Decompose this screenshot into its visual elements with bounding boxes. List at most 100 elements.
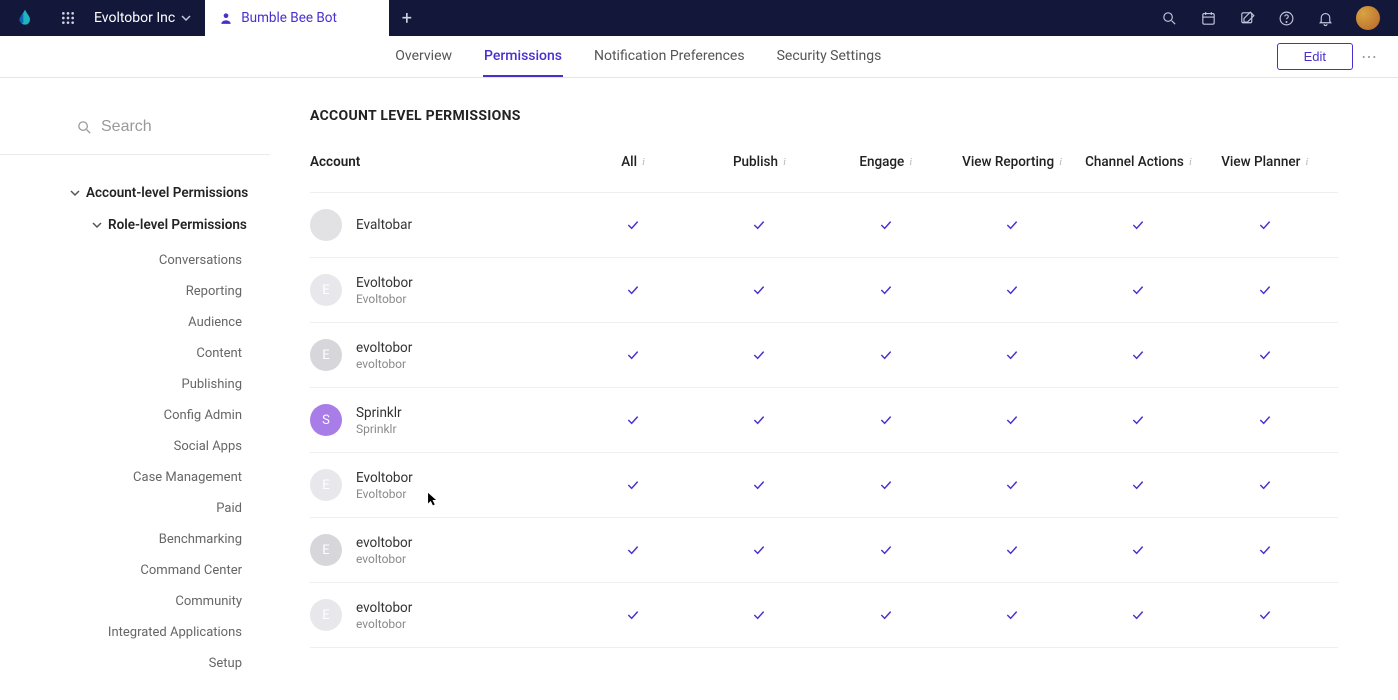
check-icon[interactable] bbox=[1075, 477, 1201, 493]
workspace-picker[interactable]: Evoltobor Inc bbox=[86, 10, 205, 26]
account-cell[interactable]: Eevoltoborevoltobor bbox=[310, 599, 570, 631]
compose-icon[interactable] bbox=[1239, 10, 1256, 27]
info-icon[interactable]: i bbox=[783, 156, 786, 168]
check-icon[interactable] bbox=[823, 347, 949, 363]
sidebar-item-paid[interactable]: Paid bbox=[70, 493, 242, 524]
sidebar-item-config-admin[interactable]: Config Admin bbox=[70, 400, 242, 431]
sidebar-item-social-apps[interactable]: Social Apps bbox=[70, 431, 242, 462]
check-icon[interactable] bbox=[570, 477, 696, 493]
tab-security-settings[interactable]: Security Settings bbox=[776, 36, 883, 77]
account-cell[interactable]: Evaltobar bbox=[310, 209, 570, 241]
search-icon[interactable] bbox=[1161, 10, 1178, 27]
sidebar-item-setup[interactable]: Setup bbox=[70, 648, 242, 679]
check-icon[interactable] bbox=[570, 607, 696, 623]
check-icon[interactable] bbox=[949, 347, 1075, 363]
check-icon[interactable] bbox=[696, 412, 822, 428]
check-icon[interactable] bbox=[1202, 412, 1328, 428]
account-subname: Sprinklr bbox=[356, 422, 402, 436]
check-icon[interactable] bbox=[1202, 607, 1328, 623]
account-cell[interactable]: Eevoltoborevoltobor bbox=[310, 534, 570, 566]
check-icon[interactable] bbox=[1202, 217, 1328, 233]
info-icon[interactable]: i bbox=[1189, 156, 1192, 168]
check-icon[interactable] bbox=[1202, 477, 1328, 493]
check-icon[interactable] bbox=[1202, 347, 1328, 363]
tab-notification-preferences[interactable]: Notification Preferences bbox=[593, 36, 746, 77]
account-cell[interactable]: EEvoltoborEvoltobor bbox=[310, 274, 570, 306]
more-actions-icon[interactable]: ⋯ bbox=[1361, 47, 1378, 66]
tab-active[interactable]: Bumble Bee Bot bbox=[205, 0, 389, 36]
check-icon[interactable] bbox=[696, 217, 822, 233]
sidebar-item-publishing[interactable]: Publishing bbox=[70, 369, 242, 400]
sidebar-item-content[interactable]: Content bbox=[70, 338, 242, 369]
check-icon[interactable] bbox=[570, 282, 696, 298]
check-icon[interactable] bbox=[696, 607, 822, 623]
sidebar: Account-level Permissions Role-level Per… bbox=[0, 108, 270, 679]
check-icon[interactable] bbox=[949, 542, 1075, 558]
check-icon[interactable] bbox=[570, 217, 696, 233]
nav-section-role[interactable]: Role-level Permissions bbox=[70, 209, 270, 241]
sidebar-item-community[interactable]: Community bbox=[70, 586, 242, 617]
info-icon[interactable]: i bbox=[1059, 156, 1062, 168]
account-cell[interactable]: SSprinklrSprinklr bbox=[310, 404, 570, 436]
check-icon[interactable] bbox=[1075, 347, 1201, 363]
check-icon[interactable] bbox=[949, 217, 1075, 233]
help-icon[interactable] bbox=[1278, 10, 1295, 27]
table-row: SSprinklrSprinklr bbox=[310, 388, 1338, 453]
check-icon[interactable] bbox=[1075, 282, 1201, 298]
check-icon[interactable] bbox=[696, 542, 822, 558]
check-icon[interactable] bbox=[823, 477, 949, 493]
sidebar-item-audience[interactable]: Audience bbox=[70, 307, 242, 338]
tab-permissions[interactable]: Permissions bbox=[483, 36, 563, 77]
check-icon[interactable] bbox=[570, 542, 696, 558]
check-icon[interactable] bbox=[696, 347, 822, 363]
check-icon[interactable] bbox=[823, 217, 949, 233]
nav-section-account[interactable]: Account-level Permissions bbox=[70, 177, 270, 209]
info-icon[interactable]: i bbox=[642, 156, 645, 168]
check-icon[interactable] bbox=[823, 607, 949, 623]
tab-overview[interactable]: Overview bbox=[394, 36, 453, 77]
account-cell[interactable]: EEvoltoborEvoltobor bbox=[310, 469, 570, 501]
calendar-icon[interactable] bbox=[1200, 10, 1217, 27]
check-icon[interactable] bbox=[949, 607, 1075, 623]
check-icon[interactable] bbox=[570, 412, 696, 428]
account-name: Sprinklr bbox=[356, 405, 402, 421]
check-icon[interactable] bbox=[1202, 282, 1328, 298]
check-icon[interactable] bbox=[949, 282, 1075, 298]
content-area: ACCOUNT LEVEL PERMISSIONS AccountAlliPub… bbox=[270, 108, 1398, 679]
check-icon[interactable] bbox=[696, 477, 822, 493]
sidebar-item-reporting[interactable]: Reporting bbox=[70, 276, 242, 307]
brand-logo[interactable] bbox=[0, 8, 50, 28]
account-name: evoltobor bbox=[356, 600, 412, 616]
check-icon[interactable] bbox=[1075, 542, 1201, 558]
check-icon[interactable] bbox=[1075, 412, 1201, 428]
account-cell[interactable]: Eevoltoborevoltobor bbox=[310, 339, 570, 371]
info-icon[interactable]: i bbox=[1305, 156, 1308, 168]
sidebar-item-benchmarking[interactable]: Benchmarking bbox=[70, 524, 242, 555]
table-header: AccountAlliPublishiEngageiView Reporting… bbox=[310, 154, 1338, 193]
check-icon[interactable] bbox=[1202, 542, 1328, 558]
sidebar-item-integrated-applications[interactable]: Integrated Applications bbox=[70, 617, 242, 648]
sidebar-item-case-management[interactable]: Case Management bbox=[70, 462, 242, 493]
bell-icon[interactable] bbox=[1317, 10, 1334, 27]
sidebar-item-command-center[interactable]: Command Center bbox=[70, 555, 242, 586]
apps-launcher-icon[interactable] bbox=[50, 10, 86, 26]
account-subname: Evoltobor bbox=[356, 487, 413, 501]
nav-section-role-label: Role-level Permissions bbox=[108, 217, 247, 233]
check-icon[interactable] bbox=[823, 542, 949, 558]
edit-button[interactable]: Edit bbox=[1277, 43, 1353, 70]
new-tab-button[interactable]: + bbox=[389, 8, 425, 29]
sidebar-item-conversations[interactable]: Conversations bbox=[70, 245, 242, 276]
check-icon[interactable] bbox=[1075, 607, 1201, 623]
check-icon[interactable] bbox=[823, 282, 949, 298]
info-icon[interactable]: i bbox=[909, 156, 912, 168]
check-icon[interactable] bbox=[696, 282, 822, 298]
check-icon[interactable] bbox=[949, 412, 1075, 428]
check-icon[interactable] bbox=[823, 412, 949, 428]
check-icon[interactable] bbox=[1075, 217, 1201, 233]
search-input[interactable] bbox=[101, 118, 241, 136]
user-avatar[interactable] bbox=[1356, 6, 1380, 30]
nav-items-list: ConversationsReportingAudienceContentPub… bbox=[70, 241, 270, 679]
check-icon[interactable] bbox=[570, 347, 696, 363]
check-icon[interactable] bbox=[949, 477, 1075, 493]
account-name: Evaltobar bbox=[356, 217, 412, 233]
